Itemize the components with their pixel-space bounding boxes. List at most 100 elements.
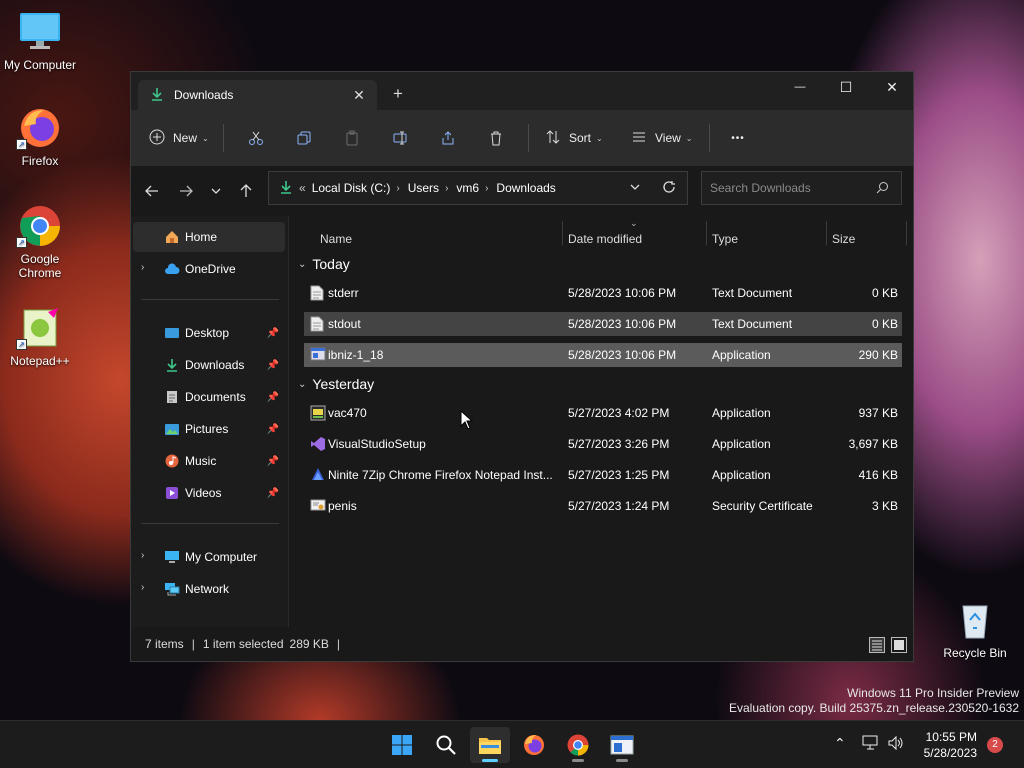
sidebar-item-pictures[interactable]: Pictures 📌 xyxy=(133,414,285,444)
certificate-icon xyxy=(310,498,326,514)
sidebar-item-music[interactable]: Music 📌 xyxy=(133,446,285,476)
column-divider[interactable] xyxy=(706,221,707,245)
sidebar-item-desktop[interactable]: Desktop 📌 xyxy=(133,318,285,348)
search-taskbar-button[interactable] xyxy=(426,727,466,763)
taskbar-chrome[interactable] xyxy=(558,727,598,763)
notification-badge[interactable]: 2 xyxy=(987,737,1003,753)
show-hidden-icons-chevron-icon[interactable]: ⌃ xyxy=(834,735,846,752)
search-input[interactable] xyxy=(710,181,870,195)
tab-downloads[interactable]: Downloads ✕ xyxy=(138,80,377,110)
chrome-icon: ↗ xyxy=(16,204,62,248)
pin-icon[interactable]: 📌 xyxy=(267,424,279,435)
desktop-icon-label: My Computer xyxy=(3,58,77,72)
column-divider[interactable] xyxy=(562,221,563,245)
sidebar-item-downloads[interactable]: Downloads 📌 xyxy=(133,350,285,380)
file-row[interactable]: vac470 5/27/2023 4:02 PM Application 937… xyxy=(304,401,902,425)
sidebar-item-label: Desktop xyxy=(185,326,230,340)
desktop-icon-recycle-bin[interactable]: Recycle Bin xyxy=(935,598,1015,660)
refresh-icon[interactable] xyxy=(662,180,676,197)
view-button[interactable]: View ⌄ xyxy=(617,122,701,154)
sidebar-item-videos[interactable]: Videos 📌 xyxy=(133,478,285,508)
active-indicator xyxy=(482,759,498,762)
column-divider[interactable] xyxy=(826,221,827,245)
details-view-toggle[interactable] xyxy=(869,637,885,653)
breadcrumb-item[interactable]: Local Disk (C:) xyxy=(312,181,391,195)
network-status-icon[interactable] xyxy=(862,735,880,754)
pin-icon[interactable]: 📌 xyxy=(267,488,279,499)
home-icon xyxy=(163,228,181,246)
share-button[interactable] xyxy=(424,122,472,154)
address-dropdown-icon[interactable] xyxy=(629,181,641,196)
column-header-type[interactable]: Type xyxy=(712,232,738,246)
file-row[interactable]: stderr 5/28/2023 10:06 PM Text Document … xyxy=(304,281,902,305)
sidebar-item-documents[interactable]: Documents 📌 xyxy=(133,382,285,412)
tiles-view-toggle[interactable] xyxy=(891,637,907,653)
cut-button[interactable] xyxy=(232,122,280,154)
pin-icon[interactable]: 📌 xyxy=(267,456,279,467)
column-header-size[interactable]: Size xyxy=(832,232,855,246)
sidebar-item-home[interactable]: Home xyxy=(133,222,285,252)
clipboard-icon xyxy=(346,130,358,146)
back-button[interactable] xyxy=(139,178,165,204)
more-options-button[interactable]: ••• xyxy=(718,122,758,154)
volume-icon[interactable] xyxy=(888,735,904,754)
file-type: Application xyxy=(712,468,771,482)
taskbar-firefox[interactable] xyxy=(514,727,554,763)
desktop-icon-firefox[interactable]: ↗ Firefox xyxy=(0,106,80,168)
paste-button[interactable] xyxy=(328,122,376,154)
breadcrumb-item[interactable]: Downloads xyxy=(496,181,555,195)
pin-icon[interactable]: 📌 xyxy=(267,328,279,339)
group-header-today[interactable]: ⌄ Today xyxy=(298,256,350,272)
desktop-icon-my-computer[interactable]: My Computer xyxy=(0,10,80,72)
file-row[interactable]: stdout 5/28/2023 10:06 PM Text Document … xyxy=(304,312,902,336)
file-row[interactable]: VisualStudioSetup 5/27/2023 3:26 PM Appl… xyxy=(304,432,902,456)
column-header-name[interactable]: Name xyxy=(320,232,352,246)
clock-time: 10:55 PM xyxy=(925,730,977,744)
rename-button[interactable] xyxy=(376,122,424,154)
copy-button[interactable] xyxy=(280,122,328,154)
taskbar-file-explorer[interactable] xyxy=(470,727,510,763)
desktop-icon-notepadpp[interactable]: ↗ Notepad++ xyxy=(0,306,80,368)
pin-icon[interactable]: 📌 xyxy=(267,360,279,371)
group-header-yesterday[interactable]: ⌄ Yesterday xyxy=(298,376,374,392)
sidebar-item-my-computer[interactable]: My Computer xyxy=(133,542,285,572)
file-row[interactable]: ibniz-1_18 5/28/2023 10:06 PM Applicatio… xyxy=(304,343,902,367)
forward-button[interactable] xyxy=(173,178,199,204)
up-button[interactable] xyxy=(233,178,259,204)
taskbar-app-window[interactable] xyxy=(602,727,642,763)
delete-button[interactable] xyxy=(472,122,520,154)
new-button[interactable]: New ⌄ xyxy=(149,122,215,154)
breadcrumb-item[interactable]: Users xyxy=(408,181,439,195)
recent-locations-button[interactable] xyxy=(203,178,229,204)
close-window-button[interactable]: ✕ xyxy=(869,72,915,102)
file-type: Application xyxy=(712,437,771,451)
tab-close-icon[interactable]: ✕ xyxy=(349,87,369,104)
status-selection: 1 item selected xyxy=(202,637,284,651)
pin-icon[interactable]: 📌 xyxy=(267,392,279,403)
chevron-right-icon[interactable]: › xyxy=(485,183,488,194)
desktop-icon-chrome[interactable]: ↗ Google Chrome xyxy=(0,204,80,280)
file-row[interactable]: Ninite 7Zip Chrome Firefox Notepad Inst.… xyxy=(304,463,902,487)
minimize-button[interactable]: — xyxy=(777,72,823,102)
sidebar-item-label: Videos xyxy=(185,486,222,500)
address-bar[interactable]: « Local Disk (C:) › Users › vm6 › Downlo… xyxy=(268,171,688,205)
column-divider[interactable] xyxy=(906,221,907,245)
sidebar-item-network[interactable]: Network xyxy=(133,574,285,604)
sort-button[interactable]: Sort ⌄ xyxy=(537,122,617,154)
sidebar-item-onedrive[interactable]: OneDrive xyxy=(133,254,285,284)
sort-icon xyxy=(545,129,561,148)
maximize-button[interactable]: ☐ xyxy=(823,72,869,102)
new-tab-button[interactable]: + xyxy=(393,84,403,104)
clock[interactable]: 10:55 PM 5/28/2023 xyxy=(924,729,977,761)
breadcrumb-overflow[interactable]: « xyxy=(299,181,306,195)
chevron-right-icon[interactable]: › xyxy=(445,183,448,194)
search-icon[interactable] xyxy=(876,181,889,197)
status-selection-size: 289 KB xyxy=(289,637,329,651)
start-button[interactable] xyxy=(382,727,422,763)
search-box[interactable] xyxy=(701,171,902,205)
chevron-right-icon[interactable]: › xyxy=(396,183,399,194)
sidebar-item-label: Music xyxy=(185,454,217,468)
column-header-date[interactable]: Date modified xyxy=(568,232,642,246)
file-row[interactable]: penis 5/27/2023 1:24 PM Security Certifi… xyxy=(304,494,902,518)
breadcrumb-item[interactable]: vm6 xyxy=(456,181,479,195)
